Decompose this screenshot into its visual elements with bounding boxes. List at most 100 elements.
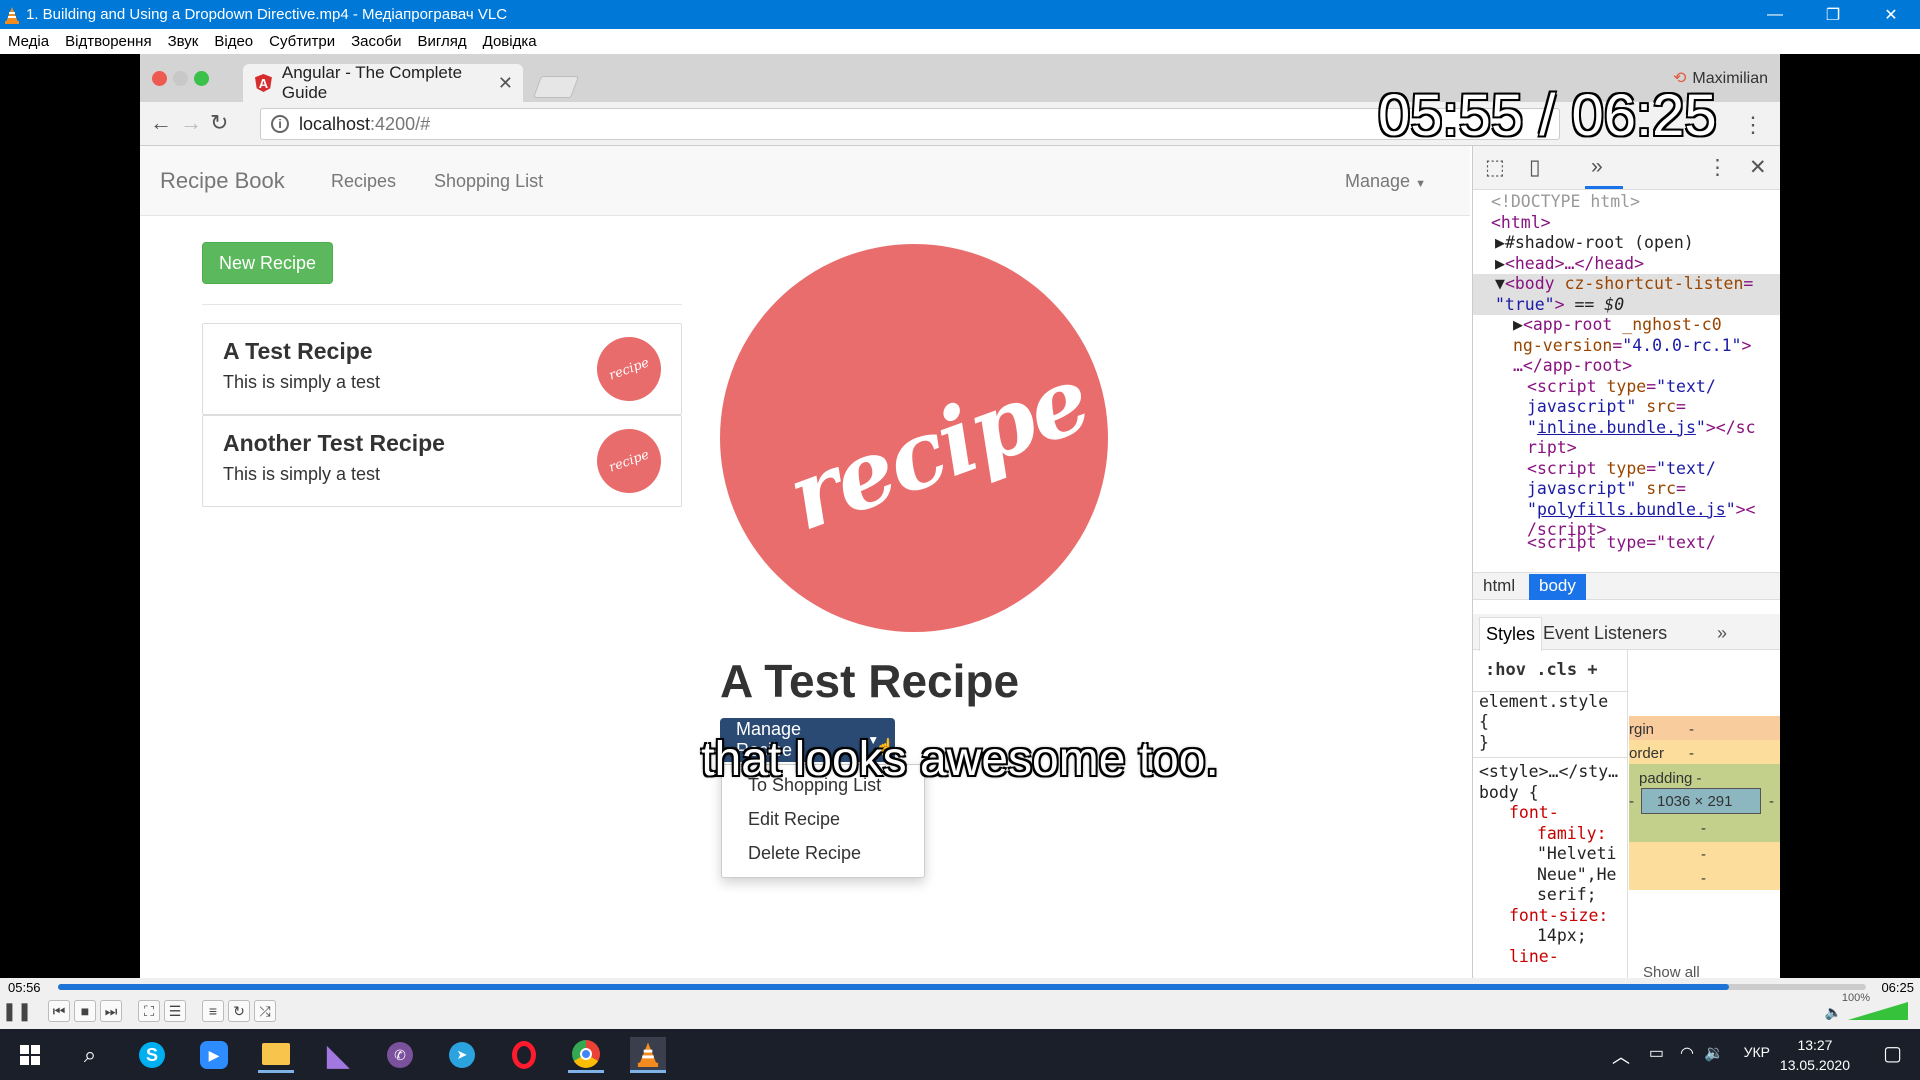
active-panel-indicator xyxy=(1585,186,1623,189)
restore-button[interactable]: ❐ xyxy=(1804,0,1862,29)
windows-taskbar: ⌕ S ▶ ◣ ✆ ➤ ︿ ▭ ◠ 🔉 УКР 13:27 13.05.2020… xyxy=(0,1029,1920,1080)
search-icon[interactable]: ⌕ xyxy=(72,1037,108,1073)
recipe-list-item: Another Test Recipe This is simply a tes… xyxy=(202,415,682,507)
subtitle-text: that looks awesome too. xyxy=(701,733,1219,786)
tab-title: Angular - The Complete Guide xyxy=(281,63,463,102)
more-panels-icon: » xyxy=(1591,155,1603,178)
mac-minimize-icon xyxy=(173,71,188,86)
style-prop: family: xyxy=(1537,823,1607,843)
notifications-icon[interactable]: ▢ xyxy=(1883,1041,1902,1066)
dropdown-delete-recipe: Delete Recipe xyxy=(748,843,862,863)
dom-script-src-link: polyfills.bundle.js xyxy=(1536,499,1726,519)
volume-icon[interactable]: 🔉 xyxy=(1704,1043,1724,1063)
clock[interactable]: 13:27 13.05.2020 xyxy=(1780,1035,1850,1075)
bite-mark xyxy=(1012,244,1068,282)
angular-icon: A xyxy=(255,74,272,92)
dom-partial-line: <script type="text/ xyxy=(1527,532,1716,552)
mac-close-icon xyxy=(152,71,167,86)
menu-tools[interactable]: Засоби xyxy=(343,33,409,50)
language-indicator[interactable]: УКР xyxy=(1744,1044,1770,1060)
skype-icon[interactable]: S xyxy=(134,1037,170,1073)
dom-selected-marker: == $0 xyxy=(1574,294,1625,314)
box-value: - xyxy=(1701,846,1706,863)
nav-shopping-list: Shopping List xyxy=(434,171,544,191)
styles-tabbar: Styles Event Listeners » xyxy=(1473,614,1780,651)
chrome-icon[interactable] xyxy=(568,1037,604,1073)
app-navbar: Recipe Book Recipes Shopping List Manage… xyxy=(140,146,1470,216)
pause-button[interactable]: ❚❚ xyxy=(2,1000,32,1022)
dom-body-val: "true" xyxy=(1495,294,1555,314)
vlc-taskbar-icon[interactable] xyxy=(630,1037,666,1073)
menu-audio[interactable]: Звук xyxy=(160,33,207,50)
fullscreen-button[interactable]: ⛶ xyxy=(138,1000,160,1022)
show-all-checkbox-label: Show all xyxy=(1643,964,1700,978)
mac-zoom-icon xyxy=(194,71,209,86)
playlist-button[interactable]: ≡ xyxy=(202,1000,224,1022)
recipe-thumbnail: recipe xyxy=(587,327,671,411)
dom-script-tag: script xyxy=(1536,376,1597,396)
menu-subtitles[interactable]: Субтитри xyxy=(261,33,343,50)
box-value: - xyxy=(1701,870,1706,887)
menu-help[interactable]: Довідка xyxy=(475,33,545,50)
visual-studio-icon[interactable]: ◣ xyxy=(320,1037,356,1073)
inspect-icon: ⬚ xyxy=(1485,156,1505,179)
clock-time: 13:27 xyxy=(1797,1037,1833,1053)
box-dims: 1036 × 291 xyxy=(1657,793,1733,810)
box-value: - xyxy=(1629,793,1634,810)
next-button[interactable]: ⏭ xyxy=(100,1000,122,1022)
recipe-name: A Test Recipe xyxy=(223,338,373,364)
crumb-body: body xyxy=(1529,574,1586,600)
recipe-list-item: A Test Recipe This is simply a test reci… xyxy=(202,323,682,415)
menu-view[interactable]: Вигляд xyxy=(409,33,474,50)
telegram-icon[interactable]: ➤ xyxy=(444,1037,480,1073)
recipe-name: Another Test Recipe xyxy=(223,430,445,456)
shuffle-button[interactable]: ⤮ xyxy=(254,1000,276,1022)
menu-media[interactable]: Медіа xyxy=(0,33,57,50)
app-brand: Recipe Book xyxy=(160,168,285,193)
dom-expand-icon: ▶ xyxy=(1495,233,1505,252)
minimize-button[interactable]: — xyxy=(1746,0,1804,29)
menu-playback[interactable]: Відтворення xyxy=(57,33,159,50)
opera-icon[interactable] xyxy=(506,1037,542,1073)
seek-bar[interactable] xyxy=(58,984,1866,990)
menu-video[interactable]: Відео xyxy=(206,33,261,50)
zoom-icon[interactable]: ▶ xyxy=(196,1037,232,1073)
extended-settings-button[interactable]: ☰ xyxy=(164,1000,186,1022)
styles-pane: :hov .cls + element.style{} <style>…</sty…… xyxy=(1473,650,1628,978)
url-host: localhost xyxy=(299,113,371,134)
dom-expand-icon: ▶ xyxy=(1495,253,1505,273)
element-style-selector: element.style xyxy=(1479,691,1609,711)
recipe-image-text: recipe xyxy=(774,344,1102,552)
vlc-titlebar: 1. Building and Using a Dropdown Directi… xyxy=(0,0,1920,29)
recipe-thumbnail: recipe xyxy=(587,419,671,503)
viber-icon[interactable]: ✆ xyxy=(382,1037,418,1073)
wifi-icon[interactable]: ◠ xyxy=(1680,1043,1694,1063)
devtools-panel: ⬚ ▯ » ⋮ ✕ <!DOCTYPE html> <html> ▶#shadow-… xyxy=(1472,146,1780,978)
speaker-icon[interactable]: 🔈 xyxy=(1825,1004,1842,1021)
dom-script-type-val: "text/ xyxy=(1656,458,1716,478)
dom-script-close: ></sc xyxy=(1705,417,1756,437)
previous-button[interactable]: ⏮ xyxy=(48,1000,70,1022)
reload-icon: ↻ xyxy=(210,110,229,135)
nav-manage: Manage ▼ xyxy=(1345,171,1426,192)
close-window-button[interactable]: ✕ xyxy=(1862,0,1920,29)
add-rule-icon: + xyxy=(1587,660,1598,680)
browser-menu-icon: ⋮ xyxy=(1742,112,1764,137)
dom-approot-attr: _nghost-c0 xyxy=(1622,315,1722,334)
video-area[interactable]: A Angular - The Complete Guide ✕ ⟲ Maximi… xyxy=(0,54,1920,978)
loop-button[interactable]: ↻ xyxy=(228,1000,250,1022)
box-value: - xyxy=(1769,793,1774,810)
file-explorer-icon[interactable] xyxy=(258,1037,294,1073)
caret-down-icon: ▼ xyxy=(1415,178,1426,190)
dom-script-src-link: inline.bundle.js xyxy=(1536,417,1696,437)
more-tabs-icon: » xyxy=(1717,623,1728,643)
chevron-up-icon[interactable]: ︿ xyxy=(1612,1043,1630,1069)
volume-slider[interactable] xyxy=(1848,1002,1908,1020)
devtools-menu-icon: ⋮ xyxy=(1707,156,1728,179)
dom-script-src-attr: src xyxy=(1646,479,1677,498)
battery-icon[interactable]: ▭ xyxy=(1649,1043,1664,1063)
box-value: - xyxy=(1701,820,1706,837)
windows-start-icon[interactable] xyxy=(12,1037,48,1073)
stop-button[interactable]: ■ xyxy=(74,1000,96,1022)
dom-script-type-attr: type xyxy=(1606,458,1647,478)
